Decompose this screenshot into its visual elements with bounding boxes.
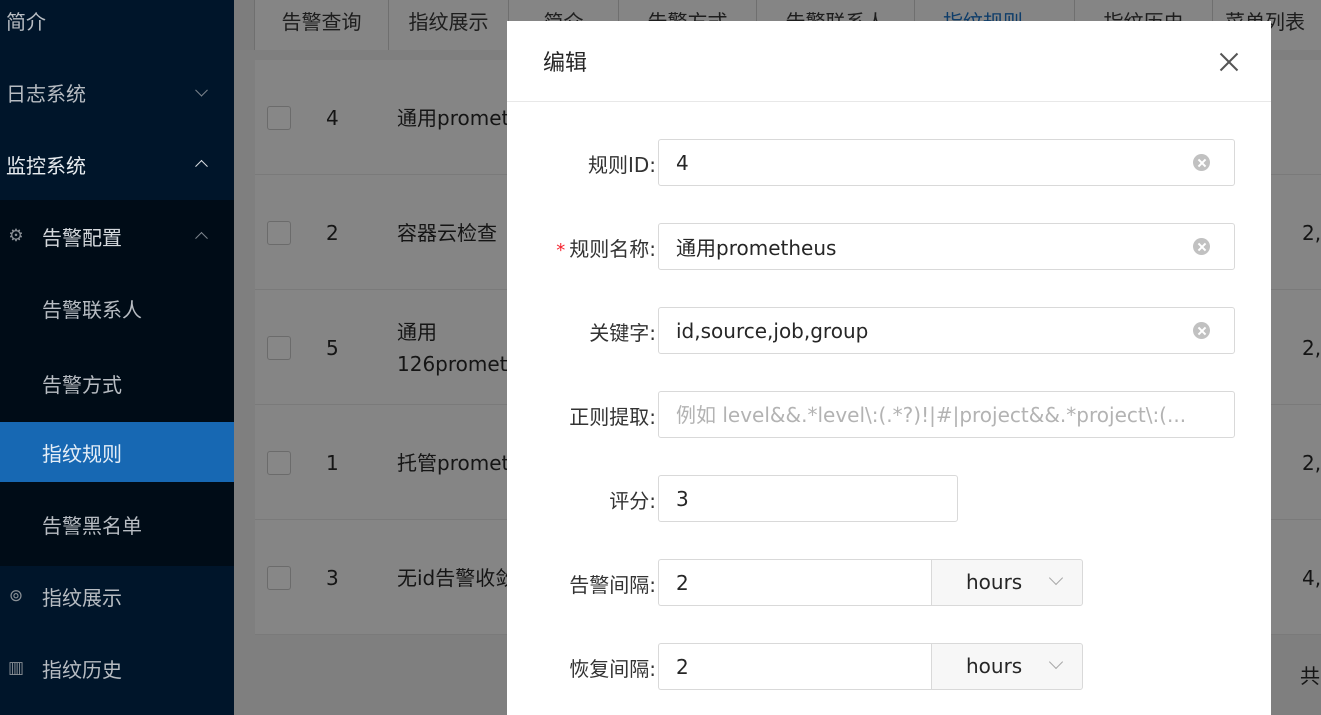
sidebar-item-label: 日志系统 (6, 81, 86, 106)
sidebar-item-intro[interactable]: 简介 (0, 0, 234, 50)
row-name-line1: 通用 (397, 320, 437, 344)
recover-interval-unit-select[interactable]: hours (931, 643, 1083, 690)
tab-label: 告警查询 (281, 10, 362, 34)
edit-modal: 编辑 规则ID: *规则名称: 关键字: 正则提取: 评分: 告警间隔: hou… (507, 21, 1271, 715)
sidebar-item-fingerprint-display[interactable]: ⊚ 指纹展示 (0, 566, 234, 626)
recover-interval-field[interactable] (658, 643, 932, 690)
pagination-total: 共 (1300, 664, 1320, 688)
alert-interval-input[interactable] (659, 560, 932, 605)
row-id: 3 (326, 566, 339, 590)
sidebar-item-label: 简介 (6, 9, 46, 34)
keywords-field[interactable] (658, 307, 1235, 354)
row-id: 1 (326, 451, 339, 475)
row-id: 5 (326, 336, 339, 360)
tab-fingerprint-display[interactable]: 指纹展示 (388, 0, 508, 50)
rule-name-field[interactable] (658, 223, 1235, 270)
row-name: 容器云检查 (397, 221, 497, 245)
clear-icon[interactable] (1193, 154, 1210, 171)
sidebar-item-alert-contacts[interactable]: 告警联系人 (0, 272, 234, 344)
chevron-up-icon (195, 159, 208, 173)
row-checkbox[interactable] (267, 221, 291, 245)
row-checkbox[interactable] (267, 451, 291, 475)
close-icon[interactable] (1209, 41, 1249, 81)
row-name: 托管prometheus (397, 451, 507, 475)
keywords-label: 关键字: (589, 321, 656, 345)
recover-interval-label: 恢复间隔: (569, 657, 656, 681)
gears-icon: ⚙ (8, 226, 24, 246)
score-input[interactable] (659, 476, 957, 521)
rule-id-input[interactable] (659, 140, 1234, 185)
sidebar-item-log-system[interactable]: 日志系统 (0, 62, 234, 122)
sidebar-item-fingerprint-rules[interactable]: 指纹规则 (0, 422, 234, 482)
row-interval: 2,hou (1302, 336, 1321, 360)
row-interval: 2,hou (1302, 221, 1321, 245)
row-checkbox[interactable] (267, 106, 291, 130)
fingerprint-icon: ⊚ (8, 586, 24, 606)
row-interval: 4,hou (1302, 566, 1321, 590)
chevron-down-icon (1048, 570, 1064, 586)
rule-id-label: 规则ID: (587, 153, 656, 177)
regex-input[interactable] (659, 392, 1234, 437)
keywords-input[interactable] (659, 308, 1234, 353)
sidebar-item-alert-config[interactable]: ⚙ 告警配置 (0, 200, 234, 272)
row-id: 2 (326, 221, 339, 245)
modal-header: 编辑 (507, 21, 1271, 102)
rule-id-field[interactable] (658, 139, 1235, 186)
sidebar-item-label: 指纹展示 (42, 585, 122, 610)
sidebar-item-label: 告警联系人 (42, 297, 142, 322)
sidebar-item-fingerprint-history[interactable]: ▥ 指纹历史 (0, 638, 234, 698)
row-name-line2: 126promet (397, 352, 507, 376)
row-name: 无id告警收敛 (397, 566, 507, 590)
rule-name-input[interactable] (659, 224, 1234, 269)
sidebar-item-alert-methods[interactable]: 告警方式 (0, 344, 234, 422)
clear-icon[interactable] (1193, 238, 1210, 255)
unit-value: hours (966, 654, 1023, 678)
trash-icon: ▥ (7, 658, 25, 678)
regex-label: 正则提取: (569, 405, 656, 429)
sidebar-item-label: 告警配置 (42, 225, 122, 250)
tab-label: 指纹展示 (408, 10, 489, 34)
sidebar-item-label: 告警方式 (42, 372, 122, 397)
row-checkbox[interactable] (267, 336, 291, 360)
sidebar: 简介 日志系统 监控系统 ⚙ 告警配置 告警联系人 告警方式 指纹规则 告警黑名… (0, 0, 234, 715)
sidebar-item-label: 指纹历史 (42, 657, 122, 682)
sidebar-item-monitor-system[interactable]: 监控系统 (0, 134, 234, 194)
score-label: 评分: (609, 489, 656, 513)
rule-name-label-text: 规则名称: (569, 237, 656, 261)
chevron-up-icon (195, 231, 208, 245)
alert-interval-label: 告警间隔: (569, 573, 656, 597)
tab-alert-query[interactable]: 告警查询 (254, 0, 388, 50)
row-name: 通用prometheus (397, 106, 507, 130)
sidebar-item-alert-blacklist[interactable]: 告警黑名单 (0, 482, 234, 566)
rule-name-label: * 规则名称: (556, 233, 656, 262)
clear-icon[interactable] (1193, 322, 1210, 339)
required-mark: * (556, 240, 566, 261)
recover-interval-input[interactable] (659, 644, 932, 689)
row-checkbox[interactable] (267, 566, 291, 590)
sidebar-item-label: 监控系统 (6, 153, 86, 178)
chevron-down-icon (195, 83, 208, 97)
row-id: 4 (326, 106, 339, 130)
score-field[interactable] (658, 475, 958, 522)
row-interval: 2,hou (1302, 451, 1321, 475)
unit-value: hours (966, 570, 1023, 594)
alert-interval-unit-select[interactable]: hours (931, 559, 1083, 606)
alert-interval-field[interactable] (658, 559, 932, 606)
chevron-down-icon (1048, 654, 1064, 670)
regex-field[interactable] (658, 391, 1235, 438)
sidebar-item-label: 告警黑名单 (42, 513, 142, 538)
sidebar-item-label: 指纹规则 (42, 441, 122, 466)
modal-title: 编辑 (543, 51, 588, 76)
